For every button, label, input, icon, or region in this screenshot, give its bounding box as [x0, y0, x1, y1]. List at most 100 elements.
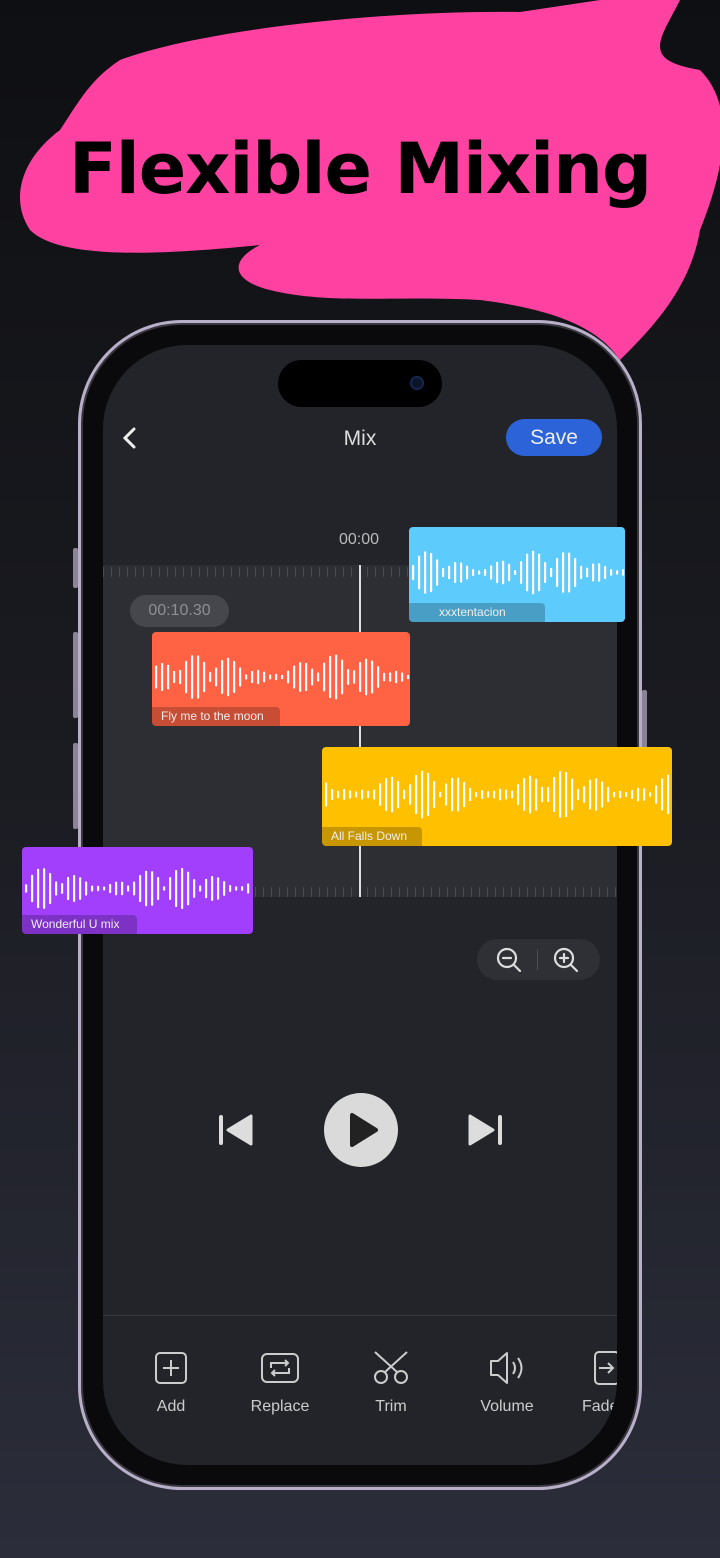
waveform-bar: [604, 565, 607, 580]
waveform-bar: [484, 568, 487, 577]
waveform-bar: [439, 791, 442, 798]
play-button[interactable]: [324, 1093, 398, 1167]
waveform-bar: [451, 777, 454, 812]
waveform-bar: [325, 782, 328, 807]
waveform-bar: [287, 670, 290, 684]
phone-button: [73, 632, 78, 718]
waveform-bar: [481, 789, 484, 800]
waveform-bar: [469, 787, 472, 802]
waveform-bar: [199, 885, 202, 892]
waveform-bar: [445, 783, 448, 806]
tool-label: Add: [156, 1398, 186, 1415]
phone-button: [73, 743, 78, 829]
waveform-bar: [203, 661, 206, 693]
tool-add[interactable]: Add: [121, 1350, 221, 1416]
waveform-bar: [565, 771, 568, 818]
audio-track-clip[interactable]: xxxtentacion: [409, 527, 625, 622]
zoom-in-icon[interactable]: [553, 947, 579, 973]
waveform-bar: [187, 871, 190, 906]
waveform-bar: [433, 780, 436, 809]
waveform-bar: [343, 788, 346, 801]
waveform-bar: [383, 672, 386, 682]
waveform-bar: [169, 877, 172, 900]
current-time: 00:00: [338, 531, 380, 548]
waveform-bar: [341, 659, 344, 695]
waveform-bar: [97, 885, 100, 892]
waveform-bar: [487, 791, 490, 798]
playhead[interactable]: [359, 565, 361, 897]
waveform-bar: [353, 670, 356, 684]
waveform-bar: [544, 561, 547, 584]
waveform-bar: [613, 791, 616, 798]
save-button[interactable]: Save: [506, 419, 602, 456]
waveform-bar: [514, 570, 517, 575]
phone-button: [73, 548, 78, 588]
tool-label: Replace: [250, 1398, 310, 1415]
waveform-bar: [568, 552, 571, 593]
waveform-bar: [589, 779, 592, 810]
waveform-bar: [427, 772, 430, 817]
zoom-out-icon[interactable]: [496, 947, 522, 973]
waveform-bar: [331, 788, 334, 801]
waveform-bar: [517, 784, 520, 805]
waveform-bar: [577, 788, 580, 801]
waveform-bar: [217, 877, 220, 900]
waveform-bar: [25, 884, 28, 893]
waveform-bar: [580, 565, 583, 580]
waveform-bar: [373, 789, 376, 800]
waveform-bar: [418, 555, 421, 590]
waveform-bar: [157, 876, 160, 901]
waveform-bar: [229, 885, 232, 892]
waveform-bar: [622, 569, 625, 576]
fade-icon: [594, 1351, 617, 1385]
waveform-bar: [637, 787, 640, 802]
skip-previous-icon[interactable]: [218, 1112, 254, 1148]
waveform-bar: [511, 790, 514, 799]
waveform-bar: [281, 674, 284, 680]
audio-track-clip[interactable]: All Falls Down: [322, 747, 672, 846]
waveform-bar: [329, 655, 332, 699]
waveform-bar: [583, 785, 586, 804]
waveform-bar: [61, 883, 64, 894]
waveform-bar: [415, 774, 418, 815]
waveform-bar: [293, 665, 296, 689]
skip-next-icon[interactable]: [467, 1112, 503, 1148]
waveform-bar: [643, 788, 646, 801]
waveform-bar: [442, 567, 445, 578]
waveform-bar: [335, 654, 338, 700]
waveform-bar: [607, 786, 610, 803]
waveform-bar: [361, 789, 364, 800]
waveform-bar: [424, 551, 427, 594]
waveform-bar: [185, 660, 188, 694]
waveform-bar: [205, 878, 208, 899]
waveform-bar: [616, 570, 619, 575]
tool-label: Fade: [582, 1398, 617, 1415]
audio-track-clip[interactable]: Wonderful U mix: [22, 847, 253, 934]
waveform-bar: [631, 789, 634, 800]
tool-replace[interactable]: Replace: [230, 1350, 330, 1416]
waveform-bar: [155, 665, 158, 689]
waveform-bar: [574, 557, 577, 588]
audio-track-clip[interactable]: Fly me to the moon: [152, 632, 410, 726]
waveform-bar: [67, 876, 70, 901]
waveform-bar: [115, 881, 118, 896]
waveform-bar: [625, 791, 628, 798]
waveform-bar: [535, 778, 538, 811]
waveform-bar: [73, 874, 76, 903]
add-square-icon: [155, 1352, 187, 1384]
waveform-bar: [478, 570, 481, 575]
waveform-bar: [127, 885, 130, 892]
waveform-bar: [355, 791, 358, 798]
waveform-bar: [311, 668, 314, 686]
waveform-bar: [379, 783, 382, 806]
waveform-bar: [541, 786, 544, 803]
waveform-bar: [526, 553, 529, 592]
waveform-bar: [161, 662, 164, 692]
waveform-bar: [209, 671, 212, 683]
waveform-bar: [661, 778, 664, 811]
zoom-controls: [477, 939, 600, 980]
waveform-bar: [223, 881, 226, 896]
tool-volume[interactable]: Volume: [457, 1350, 557, 1416]
tool-trim[interactable]: Trim: [341, 1350, 441, 1416]
tool-fade[interactable]: Fade: [555, 1350, 617, 1416]
